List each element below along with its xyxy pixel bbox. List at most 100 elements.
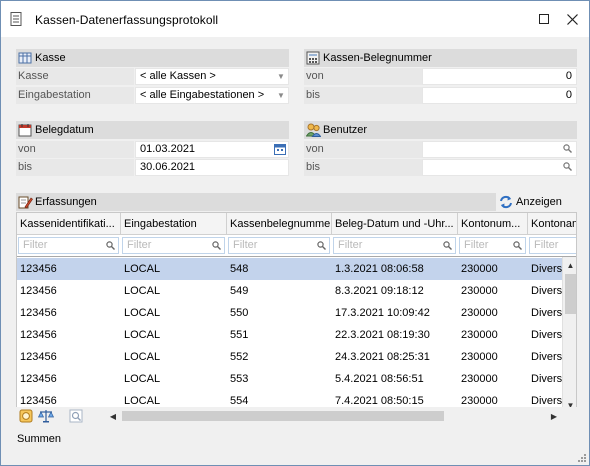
belegdatum-von-value: 01.03.2021	[140, 143, 196, 155]
benutzer-von-field[interactable]	[422, 141, 577, 158]
window: Kassen-Datenerfassungsprotokoll Kasse Ka…	[0, 0, 590, 466]
belegdatum-bis-field[interactable]: 30.06.2021	[135, 159, 289, 176]
chevron-down-icon[interactable]: ▼	[274, 69, 288, 84]
filter-placeholder: Filter	[127, 239, 152, 251]
maximize-button[interactable]	[530, 7, 558, 31]
benutzer-bis-field[interactable]	[422, 159, 577, 176]
table-row[interactable]: 123456 LOCAL 550 17.3.2021 10:09:42 230000 Di…	[17, 302, 562, 324]
erfassungen-group-header: Erfassungen	[16, 193, 496, 211]
eingabestation-select-value: < alle Eingabestationen >	[140, 89, 265, 101]
balance-button[interactable]	[38, 408, 54, 424]
column-header-kassenidentifikation[interactable]: Kassenidentifikati...	[17, 213, 121, 235]
vertical-scrollbar[interactable]: ▲ ▼	[562, 257, 576, 410]
table-cell: 5.4.2021 08:56:51	[335, 373, 424, 385]
filter-placeholder: Filter	[534, 239, 559, 251]
belegdatum-group-header: Belegdatum	[16, 121, 289, 139]
window-title: Kassen-Datenerfassungsprotokoll	[35, 13, 219, 27]
maximize-icon	[539, 14, 549, 24]
table-row[interactable]: 123456 LOCAL 548 1.3.2021 08:06:58 230000 Div…	[17, 258, 562, 280]
table-cell: 123456	[20, 373, 57, 385]
grid-header-row: Kassenidentifikati... Eingabestation Kas…	[17, 213, 576, 235]
belegnummer-bis-label: bis	[304, 87, 422, 104]
kasse-label: Kasse	[16, 68, 134, 85]
dialog-content: Kasse Kasse < alle Kassen > ▼ Eingabesta…	[1, 37, 589, 465]
table-cell: 550	[230, 307, 249, 319]
table-cell: 123456	[20, 329, 57, 341]
erfassungen-grid: Kassenidentifikati... Eingabestation Kas…	[16, 212, 577, 411]
filter-placeholder: Filter	[233, 239, 258, 251]
benutzer-group-title: Benutzer	[323, 124, 368, 136]
search-icon	[443, 241, 452, 250]
table-cell: 551	[230, 329, 249, 341]
table-cell: 123456	[20, 263, 57, 275]
scroll-left-icon[interactable]: ◀	[106, 408, 120, 424]
horizontal-scroll-thumb[interactable]	[122, 411, 444, 421]
edit-pencil-icon	[17, 194, 33, 210]
table-row[interactable]: 123456 LOCAL 549 8.3.2021 09:18:12 230000 Div…	[17, 280, 562, 302]
table-row[interactable]: 123456 LOCAL 553 5.4.2021 08:56:51 230000 Div…	[17, 368, 562, 390]
filter-kontoname[interactable]: Filter	[529, 237, 576, 254]
filter-beleg-datum[interactable]: Filter	[333, 237, 456, 254]
column-header-kontoname[interactable]: Kontonam	[528, 213, 576, 235]
title-bar: Kassen-Datenerfassungsprotokoll	[1, 1, 589, 37]
resize-grip-icon[interactable]	[577, 453, 587, 463]
column-header-kontonummer[interactable]: Kontonum...	[458, 213, 528, 235]
preview-button[interactable]	[68, 408, 84, 424]
column-header-eingabestation[interactable]: Eingabestation	[121, 213, 227, 235]
search-icon[interactable]	[563, 144, 572, 153]
belegnummer-von-label: von	[304, 68, 422, 85]
kasse-group-header: Kasse	[16, 49, 289, 67]
scroll-right-icon[interactable]: ▶	[547, 408, 561, 424]
grid-filter-row: Filter Filter Filter Filter Filter Filte…	[17, 235, 576, 257]
table-cell: LOCAL	[124, 351, 161, 363]
vertical-scroll-thumb[interactable]	[565, 274, 576, 314]
eingabestation-select[interactable]: < alle Eingabestationen > ▼	[135, 87, 289, 104]
table-row[interactable]: 123456 LOCAL 552 24.3.2021 08:25:31 230000 Di…	[17, 346, 562, 368]
magnifier-page-icon	[69, 409, 83, 423]
search-icon	[106, 241, 115, 250]
table-cell: 552	[230, 351, 249, 363]
scale-icon	[38, 410, 54, 423]
filter-kassenidentifikation[interactable]: Filter	[18, 237, 119, 254]
filter-kontonummer[interactable]: Filter	[459, 237, 526, 254]
horizontal-scrollbar[interactable]: ◀ ▶	[106, 407, 561, 425]
table-cell: 123456	[20, 307, 57, 319]
table-cell: LOCAL	[124, 307, 161, 319]
search-icon	[212, 241, 221, 250]
table-cell: 230000	[461, 285, 498, 297]
table-cell: 230000	[461, 263, 498, 275]
close-button[interactable]	[558, 7, 586, 31]
belegdatum-group-title: Belegdatum	[35, 124, 94, 136]
table-cell: 17.3.2021 10:09:42	[335, 307, 430, 319]
users-icon	[305, 122, 321, 138]
table-cell: 230000	[461, 373, 498, 385]
table-cell: 230000	[461, 329, 498, 341]
column-header-kassenbelegnummer[interactable]: Kassenbelegnummer	[227, 213, 332, 235]
scroll-up-icon[interactable]: ▲	[563, 257, 576, 273]
kasse-select[interactable]: < alle Kassen > ▼	[135, 68, 289, 85]
chevron-down-icon[interactable]: ▼	[274, 88, 288, 103]
table-cell: 548	[230, 263, 249, 275]
table-cell: 123456	[20, 351, 57, 363]
table-cell: LOCAL	[124, 373, 161, 385]
search-icon[interactable]	[563, 162, 572, 171]
belegnummer-bis-field[interactable]: 0	[422, 87, 577, 104]
filter-eingabestation[interactable]: Filter	[122, 237, 225, 254]
table-row[interactable]: 123456 LOCAL 551 22.3.2021 08:19:30 230000 Di…	[17, 324, 562, 346]
filter-kassenbelegnummer[interactable]: Filter	[228, 237, 330, 254]
calendar-picker-icon[interactable]	[272, 142, 288, 157]
belegnummer-von-field[interactable]: 0	[422, 68, 577, 85]
benutzer-group-header: Benutzer	[304, 121, 577, 139]
search-icon	[317, 241, 326, 250]
search-icon	[513, 241, 522, 250]
export-button[interactable]	[18, 408, 34, 424]
anzeigen-button[interactable]: Anzeigen	[499, 193, 562, 211]
column-header-beleg-datum[interactable]: Beleg-Datum und -Uhr...	[332, 213, 458, 235]
calculator-icon	[305, 50, 321, 66]
anzeigen-label: Anzeigen	[516, 196, 562, 208]
benutzer-bis-label: bis	[304, 159, 422, 176]
belegdatum-von-field[interactable]: 01.03.2021	[135, 141, 289, 158]
table-cell: 22.3.2021 08:19:30	[335, 329, 430, 341]
table-cell: LOCAL	[124, 329, 161, 341]
table-cell: 230000	[461, 307, 498, 319]
